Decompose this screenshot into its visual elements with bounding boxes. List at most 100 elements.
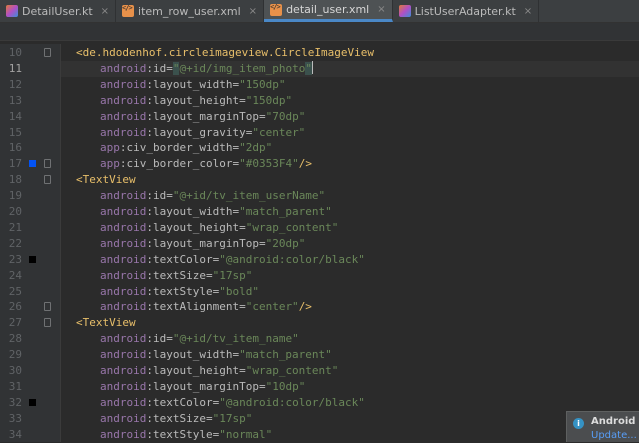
- code-line[interactable]: 27 <TextView: [0, 315, 639, 331]
- line-number: 23: [8, 252, 22, 266]
- code-text: app:civ_border_width="2dp": [100, 140, 272, 156]
- code-line[interactable]: 24 android:textSize="17sp": [0, 268, 639, 284]
- code-token: android: [100, 61, 147, 75]
- code-line[interactable]: 19 android:id="@+id/tv_item_userName": [0, 188, 639, 204]
- code-token: :textSize=: [146, 268, 213, 282]
- code-token: ": [305, 61, 312, 75]
- close-icon[interactable]: ×: [524, 6, 532, 17]
- xml-file-icon: [270, 3, 283, 16]
- code-token: android: [100, 252, 147, 266]
- code-text: <de.hdodenhof.circleimageview.CircleImag…: [76, 45, 374, 61]
- code-token: android: [100, 427, 147, 441]
- line-number: 16: [8, 141, 22, 155]
- code-token: :textStyle=: [146, 427, 220, 441]
- code-token: :civ_border_width=: [119, 141, 240, 155]
- update-notification[interactable]: i Android St Update...: [566, 411, 639, 442]
- code-token: :layout_gravity=: [146, 125, 253, 139]
- code-line[interactable]: 30 android:layout_height="wrap_content": [0, 363, 639, 379]
- code-line[interactable]: 12 android:layout_width="150dp": [0, 77, 639, 93]
- tab-detail-user-xml[interactable]: detail_user.xml ×: [264, 0, 393, 22]
- line-number: 17: [8, 157, 22, 171]
- code-token: :textSize=: [146, 411, 213, 425]
- code-token: android: [100, 379, 147, 393]
- fold-marker-icon[interactable]: [44, 175, 51, 185]
- code-line[interactable]: 14 android:layout_marginTop="70dp": [0, 109, 639, 125]
- code-line[interactable]: 10 <de.hdodenhof.circleimageview.CircleIm…: [0, 45, 639, 61]
- code-text: android:layout_width="150dp": [100, 77, 285, 93]
- close-icon[interactable]: ×: [101, 6, 109, 17]
- code-token: />: [298, 300, 312, 314]
- fold-marker-icon[interactable]: [44, 318, 51, 328]
- code-token: "@+id/tv_item_name": [172, 332, 299, 346]
- code-line[interactable]: 32 android:textColor="@android:color/blac…: [0, 395, 639, 411]
- color-swatch-icon[interactable]: [29, 398, 36, 406]
- code-token: <TextView: [76, 316, 136, 330]
- line-number: 27: [8, 316, 22, 330]
- code-line[interactable]: 22 android:layout_marginTop="20dp": [0, 236, 639, 252]
- code-line[interactable]: 23 android:textColor="@android:color/blac…: [0, 252, 639, 268]
- code-line[interactable]: 31 android:layout_marginTop="10dp": [0, 379, 639, 395]
- code-token: android: [100, 348, 147, 362]
- code-token: :layout_width=: [146, 348, 240, 362]
- color-swatch-icon[interactable]: [29, 255, 36, 263]
- close-icon[interactable]: ×: [377, 4, 385, 15]
- code-line[interactable]: 29 android:layout_width="match_parent": [0, 347, 639, 363]
- tab-item-row-user-xml[interactable]: item_row_user.xml ×: [116, 0, 265, 22]
- line-number: 32: [8, 395, 22, 409]
- code-line[interactable]: 15 android:layout_gravity="center": [0, 125, 639, 141]
- code-token: :layout_height=: [146, 220, 246, 234]
- code-token: "@android:color/black": [219, 395, 365, 409]
- code-line[interactable]: 28 android:id="@+id/tv_item_name": [0, 331, 639, 347]
- code-line[interactable]: 20 android:layout_width="match_parent": [0, 204, 639, 220]
- code-line[interactable]: 18 <TextView: [0, 172, 639, 188]
- code-token: @+id/img_item_photo: [179, 61, 306, 75]
- editor-tab-bar: DetailUser.kt×item_row_user.xml×detail_u…: [0, 0, 639, 23]
- code-line[interactable]: 34 android:textStyle="normal": [0, 427, 639, 443]
- code-token: :layout_width=: [146, 77, 240, 91]
- code-line[interactable]: 33 android:textSize="17sp": [0, 411, 639, 427]
- code-editor[interactable]: 10 <de.hdodenhof.circleimageview.CircleIm…: [0, 44, 639, 442]
- line-highlight: [61, 315, 639, 331]
- tab-detailuser-kt[interactable]: DetailUser.kt ×: [0, 0, 117, 22]
- code-text: android:layout_height="wrap_content": [100, 220, 338, 236]
- code-token: :layout_marginTop=: [146, 379, 266, 393]
- code-token: <de.hdodenhof.circleimageview.CircleImag…: [76, 46, 375, 59]
- code-line[interactable]: 21 android:layout_height="wrap_content": [0, 220, 639, 236]
- code-token: "150dp": [239, 77, 286, 91]
- line-number: 10: [8, 46, 22, 59]
- line-number: 24: [8, 268, 22, 282]
- code-token: :id=: [146, 189, 173, 203]
- code-line[interactable]: 25 android:textStyle="bold": [0, 284, 639, 300]
- fold-marker-icon[interactable]: [44, 48, 51, 57]
- line-number: 34: [8, 427, 22, 441]
- fold-marker-icon[interactable]: [44, 302, 51, 312]
- code-text: android:textStyle="bold": [100, 284, 259, 300]
- fold-marker-icon[interactable]: [44, 159, 51, 169]
- breadcrumb-strip: [0, 23, 639, 41]
- code-line[interactable]: 16 app:civ_border_width="2dp": [0, 140, 639, 156]
- code-line[interactable]: 26 android:textAlignment="center"/>: [0, 299, 639, 315]
- code-token: :textAlignment=: [146, 300, 246, 314]
- code-token: :layout_marginTop=: [146, 109, 266, 123]
- tab-bar-filler: [539, 0, 639, 22]
- code-text: android:layout_width="match_parent": [100, 204, 332, 220]
- tab-listuseradapter-kt[interactable]: ListUserAdapter.kt ×: [393, 0, 540, 22]
- close-icon[interactable]: ×: [249, 6, 257, 17]
- line-number: 26: [8, 300, 22, 314]
- line-number: 18: [8, 173, 22, 187]
- code-token: "#0353F4": [239, 157, 299, 171]
- code-text: android:textSize="17sp": [100, 268, 252, 284]
- code-token: android: [100, 236, 147, 250]
- code-text: android:textColor="@android:color/black": [100, 252, 365, 268]
- color-swatch-icon[interactable]: [29, 160, 36, 168]
- code-token: :textColor=: [146, 395, 220, 409]
- tab-label: item_row_user.xml: [138, 4, 241, 18]
- code-line[interactable]: 17 app:civ_border_color="#0353F4"/>: [0, 156, 639, 172]
- update-link[interactable]: Update...: [591, 430, 637, 441]
- code-line[interactable]: 11 android:id="@+id/img_item_photo": [0, 60, 639, 77]
- line-number: 22: [8, 236, 22, 250]
- tab-label: detail_user.xml: [286, 3, 370, 16]
- code-text: android:textSize="17sp": [100, 411, 252, 427]
- code-token: "center": [245, 300, 299, 314]
- code-line[interactable]: 13 android:layout_height="150dp": [0, 93, 639, 109]
